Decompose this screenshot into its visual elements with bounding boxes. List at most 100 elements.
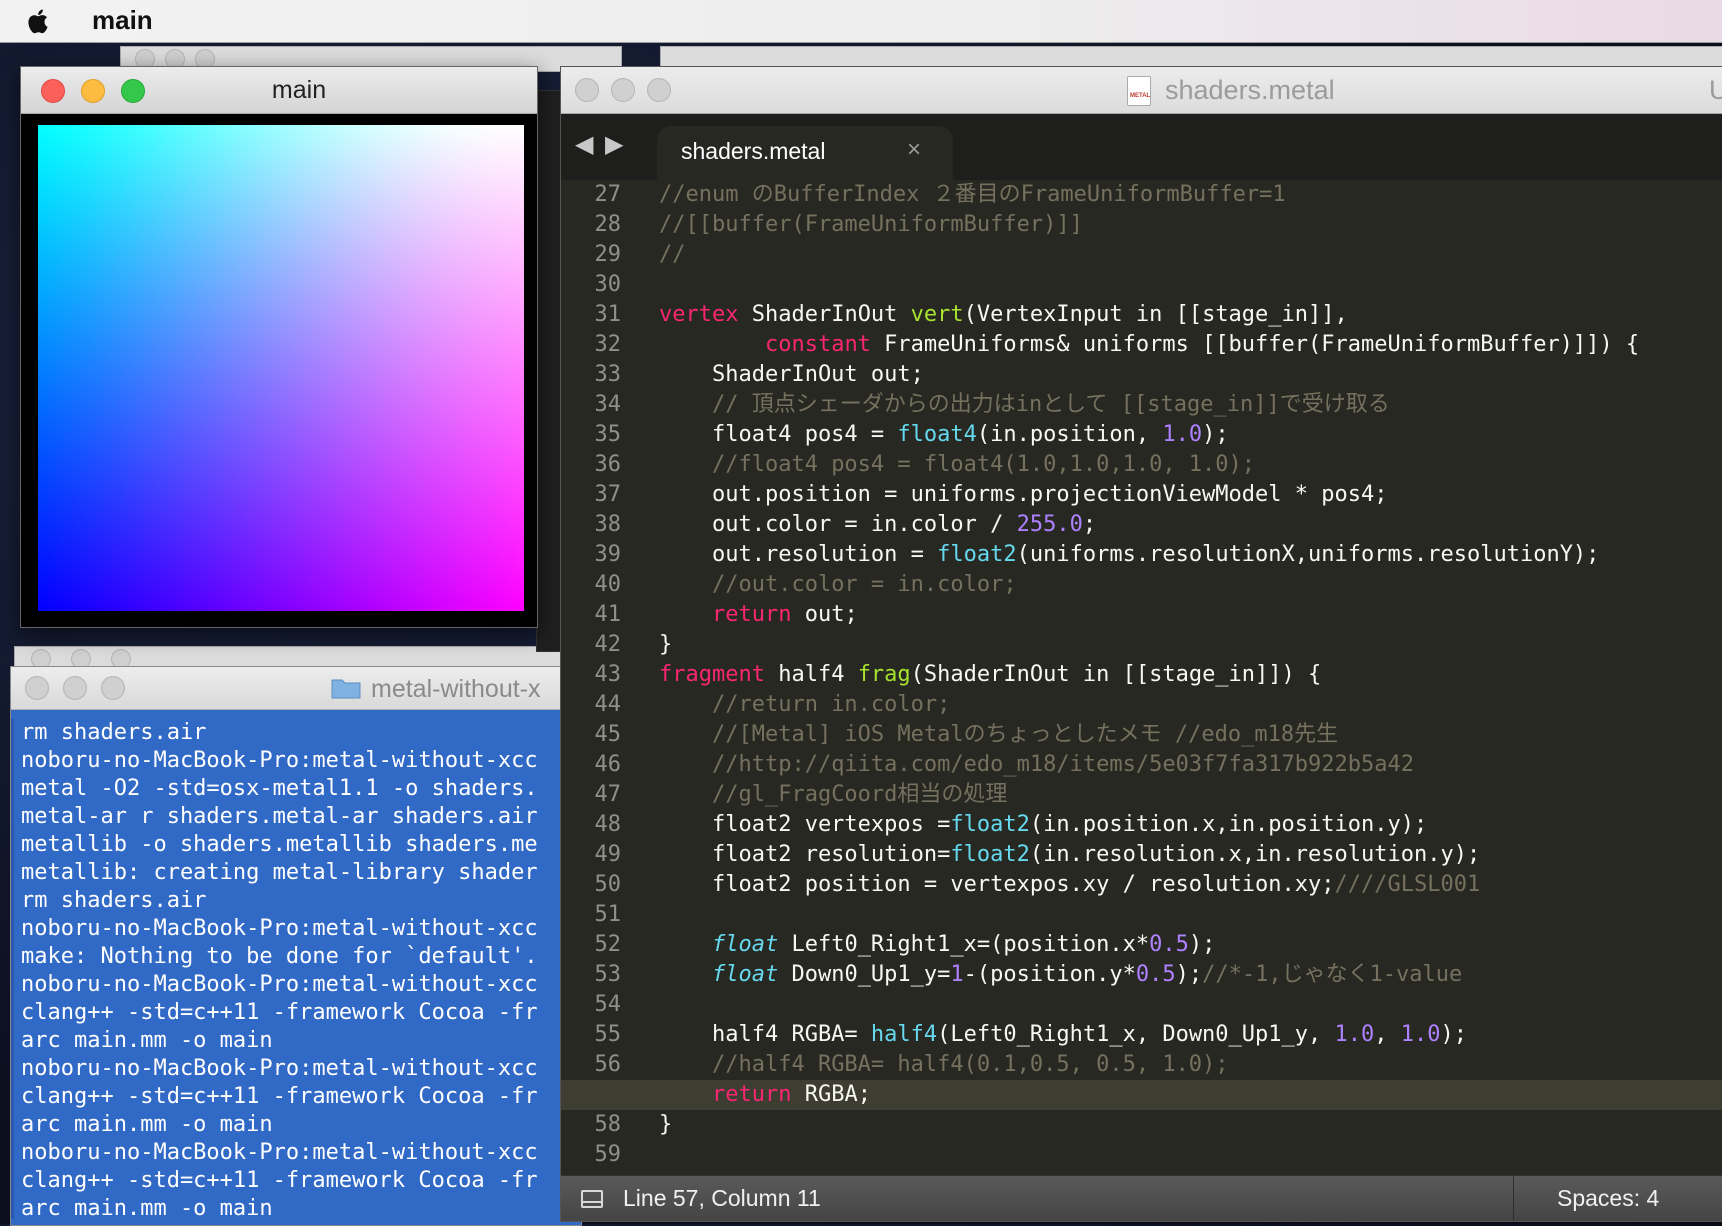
line-number: 43 xyxy=(594,662,622,687)
code-line[interactable]: //[[buffer(FrameUniformBuffer)]] xyxy=(659,210,1722,240)
status-divider xyxy=(1513,1176,1514,1221)
preview-titlebar[interactable]: main xyxy=(21,67,537,114)
line-number: 51 xyxy=(594,902,622,927)
code-line[interactable]: ShaderInOut out; xyxy=(659,360,1722,390)
terminal-line: noboru-no-MacBook-Pro:metal-without-xcc xyxy=(21,1056,538,1081)
terminal-line: metallib: creating metal-library shader xyxy=(21,860,538,885)
terminal-line: metallib -o shaders.metallib shaders.me xyxy=(21,832,538,857)
code-line[interactable]: out.color = in.color / 255.0; xyxy=(659,510,1722,540)
terminal-window-title: metal-without-x xyxy=(371,675,541,703)
tab-close-icon[interactable]: × xyxy=(907,136,921,164)
code-line[interactable]: //gl_FragCoord相当の処理 xyxy=(659,780,1722,810)
line-number: 56 xyxy=(594,1052,622,1077)
terminal-line: arc main.mm -o main xyxy=(21,1028,273,1053)
code-line[interactable]: out.resolution = float2(uniforms.resolut… xyxy=(659,540,1722,570)
code-line[interactable] xyxy=(659,900,1722,930)
terminal-line: arc main.mm -o main xyxy=(21,1196,273,1221)
metal-file-icon-label: METAL xyxy=(1130,93,1151,99)
code-line[interactable]: //return in.color; xyxy=(659,690,1722,720)
code-line[interactable]: float4 pos4 = float4(in.position, 1.0); xyxy=(659,420,1722,450)
terminal-line: noboru-no-MacBook-Pro:metal-without-xcc xyxy=(21,1140,538,1165)
metal-file-icon: METAL xyxy=(1127,76,1151,106)
code-line[interactable]: //half4 RGBA= half4(0.1,0.5, 0.5, 1.0); xyxy=(659,1050,1722,1080)
status-bar: Line 57, Column 11 Spaces: 4 xyxy=(561,1175,1722,1221)
code-line[interactable]: //out.color = in.color; xyxy=(659,570,1722,600)
cursor-position[interactable]: Line 57, Column 11 xyxy=(623,1185,821,1212)
gradient-right-layer xyxy=(38,125,524,611)
line-number: 53 xyxy=(594,962,622,987)
editor-titlebar[interactable]: METAL shaders.metal U xyxy=(561,67,1722,114)
line-number: 45 xyxy=(594,722,622,747)
line-number: 58 xyxy=(594,1112,622,1137)
preview-window-title: main xyxy=(271,76,327,104)
line-number: 35 xyxy=(594,422,622,447)
code-line[interactable]: fragment half4 frag(ShaderInOut in [[sta… xyxy=(659,660,1722,690)
minimize-button[interactable] xyxy=(611,78,635,102)
menu-bar-app-name[interactable]: main xyxy=(92,5,153,36)
terminal-line: rm shaders.air xyxy=(21,888,207,913)
code-line[interactable] xyxy=(659,1140,1722,1170)
code-line[interactable] xyxy=(659,270,1722,300)
minimize-button[interactable] xyxy=(63,676,87,700)
apple-logo-icon[interactable] xyxy=(24,6,54,36)
line-number: 37 xyxy=(594,482,622,507)
terminal-output[interactable]: rm shaders.air noboru-no-MacBook-Pro:meta… xyxy=(21,719,581,1223)
code-line[interactable]: // 頂点シェーダからの出力はinとして [[stage_in]]で受け取る xyxy=(659,390,1722,420)
code-line[interactable]: //[Metal] iOS Metalのちょっとしたメモ //edo_m18先生 xyxy=(659,720,1722,750)
code-line[interactable] xyxy=(659,990,1722,1020)
line-number: 27 xyxy=(594,182,622,207)
code-line[interactable]: float2 position = vertexpos.xy / resolut… xyxy=(659,870,1722,900)
line-number: 34 xyxy=(594,392,622,417)
line-number: 38 xyxy=(594,512,622,537)
line-number: 30 xyxy=(594,272,622,297)
code-line[interactable]: out.position = uniforms.projectionViewMo… xyxy=(659,480,1722,510)
zoom-button[interactable] xyxy=(101,676,125,700)
line-number: 36 xyxy=(594,452,622,477)
folder-icon xyxy=(331,679,361,699)
code-line[interactable]: return out; xyxy=(659,600,1722,630)
terminal-line: clang++ -std=c++11 -framework Cocoa -fr xyxy=(21,1000,538,1025)
terminal-line: noboru-no-MacBook-Pro:metal-without-xcc xyxy=(21,916,538,941)
close-button[interactable] xyxy=(25,676,49,700)
tab-shaders-metal[interactable]: shaders.metal × xyxy=(657,126,953,180)
zoom-button[interactable] xyxy=(647,78,671,102)
line-number: 28 xyxy=(594,212,622,237)
line-number: 44 xyxy=(594,692,622,717)
terminal-line: clang++ -std=c++11 -framework Cocoa -fr xyxy=(21,1168,538,1193)
code-line[interactable]: } xyxy=(659,630,1722,660)
tab-label: shaders.metal xyxy=(681,138,826,164)
menu-bar: main xyxy=(0,0,1722,43)
terminal-line: rm shaders.air xyxy=(21,720,207,745)
line-number: 32 xyxy=(594,332,622,357)
terminal-line: arc main.mm -o main xyxy=(21,1112,273,1137)
code-line[interactable]: constant FrameUniforms& uniforms [[buffe… xyxy=(659,330,1722,360)
panel-toggle-icon[interactable] xyxy=(581,1190,603,1208)
code-line[interactable]: return RGBA; xyxy=(561,1080,1722,1110)
line-number: 54 xyxy=(594,992,622,1017)
line-number: 41 xyxy=(594,602,622,627)
line-number: 40 xyxy=(594,572,622,597)
code-line[interactable]: float Down0_Up1_y=1-(position.y*0.5);//*… xyxy=(659,960,1722,990)
code-line[interactable]: //float4 pos4 = float4(1.0,1.0,1.0, 1.0)… xyxy=(659,450,1722,480)
terminal-line: noboru-no-MacBook-Pro:metal-without-xcc xyxy=(21,748,538,773)
code-line[interactable]: float Left0_Right1_x=(position.x*0.5); xyxy=(659,930,1722,960)
terminal-titlebar[interactable]: metal-without-x xyxy=(11,667,581,710)
line-number: 59 xyxy=(594,1142,622,1167)
indentation-setting[interactable]: Spaces: 4 xyxy=(1557,1185,1659,1212)
code-line[interactable]: float2 resolution=float2(in.resolution.x… xyxy=(659,840,1722,870)
navigate-forward-icon[interactable]: ▶ xyxy=(605,130,623,159)
line-number-gutter: 27 28 29 30 31 32 33 34 35 36 37 38 39 40 41 42 43 44 45 46… xyxy=(561,180,645,1175)
navigate-back-icon[interactable]: ◀ xyxy=(575,130,593,159)
code-line[interactable]: } xyxy=(659,1110,1722,1140)
code-line[interactable]: half4 RGBA= half4(Left0_Right1_x, Down0_… xyxy=(659,1020,1722,1050)
code-line[interactable]: // xyxy=(659,240,1722,270)
preview-window: main xyxy=(20,66,538,628)
editor-window-title: shaders.metal xyxy=(1165,75,1335,105)
code-line[interactable]: float2 vertexpos =float2(in.position.x,i… xyxy=(659,810,1722,840)
code-line[interactable]: //enum のBufferIndex ２番目のFrameUniformBuff… xyxy=(659,180,1722,210)
code-line[interactable]: //http://qiita.com/edo_m18/items/5e03f7f… xyxy=(659,750,1722,780)
line-number: 48 xyxy=(594,812,622,837)
code-editor[interactable]: //enum のBufferIndex ２番目のFrameUniformBuff… xyxy=(561,180,1722,1175)
close-button[interactable] xyxy=(575,78,599,102)
code-line[interactable]: vertex ShaderInOut vert(VertexInput in [… xyxy=(659,300,1722,330)
